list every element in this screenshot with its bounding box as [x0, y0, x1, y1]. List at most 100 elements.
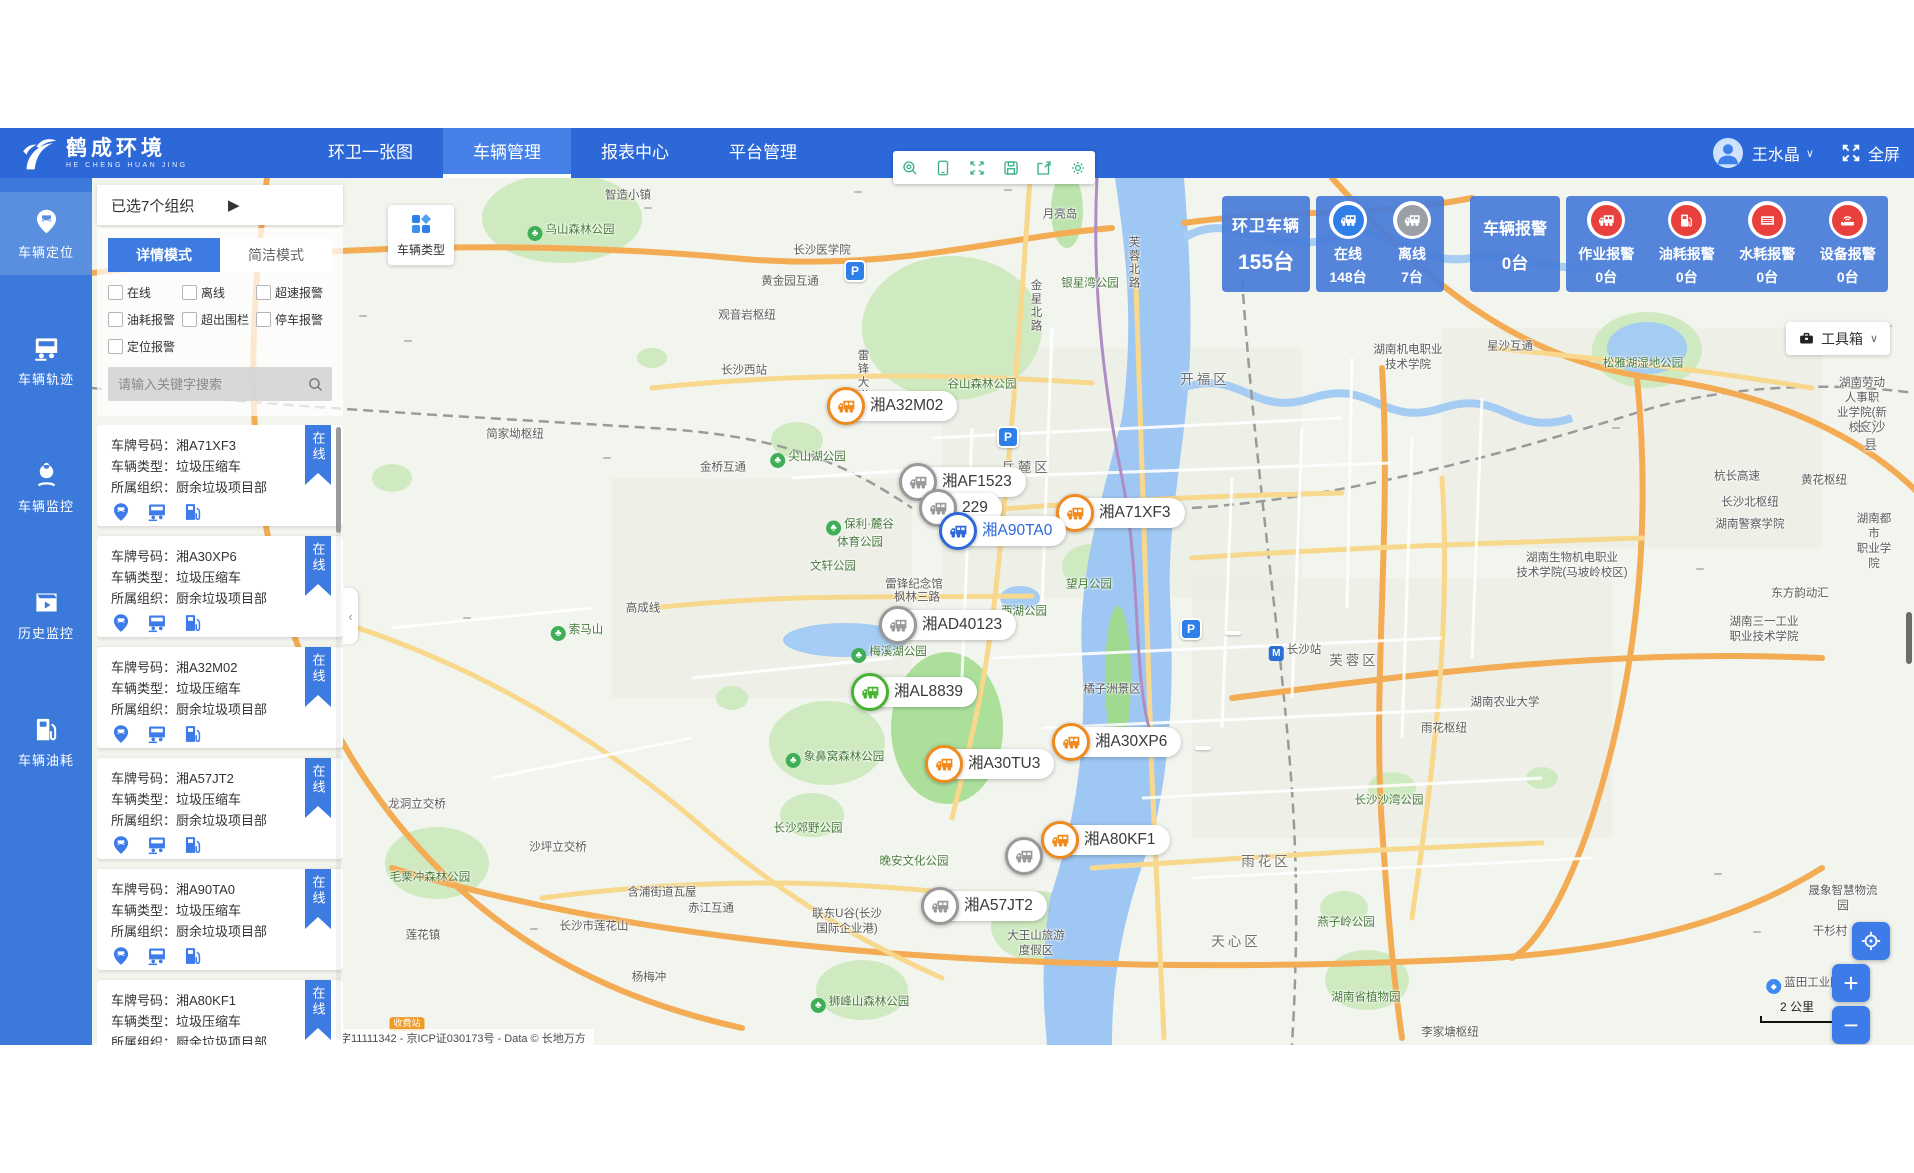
truck-icon	[851, 673, 889, 711]
device-icon[interactable]	[934, 159, 952, 177]
panel-collapse-button[interactable]: ‹	[343, 588, 358, 644]
vehicle-card[interactable]: 车牌号码：湘A90TA0车辆类型：垃圾压缩车所属组织：厨余垃圾项目部在线	[97, 869, 343, 970]
fuel-record-icon[interactable]	[183, 946, 203, 966]
stat-online[interactable]: 在线 148台	[1316, 196, 1380, 292]
filter-checkbox[interactable]: 超速报警	[256, 284, 330, 301]
nav-item-platform[interactable]: 平台管理	[699, 128, 827, 178]
org-value: 厨余垃圾项目部	[176, 480, 267, 495]
nav-item-vehicle-mgmt[interactable]: 车辆管理	[443, 128, 571, 178]
share-icon[interactable]	[1035, 159, 1053, 177]
filter-checkbox[interactable]: 离线	[182, 284, 256, 301]
fuel-record-icon[interactable]	[183, 724, 203, 744]
truck-icon	[939, 512, 977, 550]
filter-checkbox[interactable]: 在线	[108, 284, 182, 301]
filter-checkbox[interactable]: 停车报警	[256, 311, 330, 328]
checkbox-icon	[108, 285, 123, 300]
sidebar-item-vehicle-monitor[interactable]: 车辆监控	[0, 446, 92, 529]
road-badge	[854, 191, 862, 193]
sidebar-item-vehicle-track[interactable]: 车辆轨迹	[0, 319, 92, 402]
map-toolbar	[893, 151, 1095, 184]
avatar[interactable]	[1713, 138, 1743, 168]
locate-vehicle-icon[interactable]	[111, 613, 131, 633]
road-badge	[463, 617, 471, 619]
crane-logo-icon	[18, 135, 58, 171]
truck-icon	[925, 745, 963, 783]
locate-vehicle-icon[interactable]	[111, 724, 131, 744]
road-badge	[1714, 873, 1722, 875]
expand-icon[interactable]	[968, 159, 986, 177]
track-vehicle-icon[interactable]	[147, 724, 167, 744]
truck-icon	[1052, 723, 1090, 761]
search-icon[interactable]	[307, 376, 324, 393]
vehicle-card[interactable]: 车牌号码：湘A32M02车辆类型：垃圾压缩车所属组织：厨余垃圾项目部在线	[97, 647, 343, 748]
plate-label: 车牌号码：	[111, 882, 176, 897]
vehicle-card[interactable]: 车牌号码：湘A71XF3车辆类型：垃圾压缩车所属组织：厨余垃圾项目部在线	[97, 425, 343, 526]
offline-truck-icon	[1397, 205, 1428, 236]
tab-detail-mode[interactable]: 详情模式	[108, 238, 220, 272]
vehicle-card[interactable]: 车牌号码：湘A30XP6车辆类型：垃圾压缩车所属组织：厨余垃圾项目部在线	[97, 536, 343, 637]
stat-card-vehicle-alarm[interactable]: 车辆报警 0台	[1470, 196, 1560, 292]
org-label: 所属组织：	[111, 591, 176, 606]
org-selector[interactable]: 已选7个组织 ▶	[97, 185, 343, 225]
zoom-in-button[interactable]: +	[1832, 964, 1870, 1002]
stat-card-online-offline[interactable]: 在线 148台 离线 7台	[1316, 196, 1444, 292]
locate-vehicle-icon[interactable]	[111, 502, 131, 522]
stat-fuel-alarm[interactable]: 油耗报警 0台	[1647, 196, 1728, 292]
org-value: 厨余垃圾项目部	[176, 1035, 267, 1045]
sidebar-item-vehicle-fuel[interactable]: 车辆油耗	[0, 700, 92, 783]
road-badge	[404, 340, 412, 342]
track-vehicle-icon[interactable]	[147, 502, 167, 522]
vehicle-type-button[interactable]: 车辆类型	[388, 205, 454, 265]
settings-icon[interactable]	[1069, 159, 1087, 177]
org-label: 所属组织：	[111, 924, 176, 939]
filter-checkbox[interactable]: 油耗报警	[108, 311, 182, 328]
tab-simple-mode[interactable]: 简洁模式	[220, 238, 332, 272]
metro-line-badge	[1225, 631, 1241, 635]
filter-checkbox[interactable]: 定位报警	[108, 338, 182, 355]
stat-card-fleet[interactable]: 环卫车辆 155台	[1222, 196, 1310, 292]
road-badge	[359, 315, 367, 317]
page-scrollbar[interactable]	[1906, 612, 1912, 664]
user-name[interactable]: 王水晶	[1752, 141, 1800, 165]
search-input[interactable]	[116, 376, 307, 393]
sidebar-item-vehicle-location[interactable]: 车辆定位	[0, 192, 92, 275]
nav-item-reports[interactable]: 报表中心	[571, 128, 699, 178]
stat-water-alarm[interactable]: 水耗报警 0台	[1727, 196, 1808, 292]
locate-button[interactable]	[1852, 922, 1890, 960]
map-canvas[interactable]: 智造小镇乌山森林公园长沙医学院黄金园互通月亮岛银星湾公园观音岩枢纽金星北路芙蓉北…	[92, 178, 1914, 1045]
toolbox-button[interactable]: 工具箱 ∨	[1786, 322, 1890, 355]
fuel-record-icon[interactable]	[183, 613, 203, 633]
track-vehicle-icon[interactable]	[147, 946, 167, 966]
stat-card-alarms[interactable]: 作业报警 0台 油耗报警 0台 水耗报警 0台 设备报警 0台	[1566, 196, 1888, 292]
type-label: 车辆类型：	[111, 903, 176, 918]
type-value: 垃圾压缩车	[176, 570, 241, 585]
save-icon[interactable]	[1002, 159, 1020, 177]
fuel-record-icon[interactable]	[183, 502, 203, 522]
chevron-down-icon: ∨	[1870, 332, 1878, 345]
vehicle-card[interactable]: 车牌号码：湘A80KF1车辆类型：垃圾压缩车所属组织：厨余垃圾项目部在线	[97, 980, 343, 1045]
fuel-record-icon[interactable]	[183, 835, 203, 855]
stat-value: 155台	[1238, 246, 1294, 276]
locate-vehicle-icon[interactable]	[111, 946, 131, 966]
filter-checkbox[interactable]: 超出围栏	[182, 311, 256, 328]
stat-offline[interactable]: 离线 7台	[1380, 196, 1444, 292]
zoom-out-button[interactable]: −	[1832, 1006, 1870, 1044]
metro-line-badge	[1195, 746, 1211, 750]
chevron-down-icon[interactable]: ∨	[1806, 147, 1814, 160]
locate-vehicle-icon[interactable]	[111, 835, 131, 855]
nav-item-overview[interactable]: 环卫一张图	[298, 128, 443, 178]
track-vehicle-icon[interactable]	[147, 835, 167, 855]
vehicle-card[interactable]: 车牌号码：湘A57JT2车辆类型：垃圾压缩车所属组织：厨余垃圾项目部在线	[97, 758, 343, 859]
stat-device-alarm[interactable]: 设备报警 0台	[1808, 196, 1889, 292]
sidebar-item-history-monitor[interactable]: 历史监控	[0, 573, 92, 656]
panel-scrollbar[interactable]	[336, 427, 341, 1040]
panel-scrollbar-thumb[interactable]	[336, 427, 341, 533]
fullscreen-button[interactable]: 全屏	[1840, 141, 1900, 165]
fuel-icon	[1671, 205, 1702, 236]
type-value: 垃圾压缩车	[176, 792, 241, 807]
zoom-search-icon[interactable]	[901, 159, 919, 177]
track-vehicle-icon[interactable]	[147, 613, 167, 633]
stat-work-alarm[interactable]: 作业报警 0台	[1566, 196, 1647, 292]
road-badge	[530, 928, 538, 930]
type-label: 车辆类型：	[111, 459, 176, 474]
